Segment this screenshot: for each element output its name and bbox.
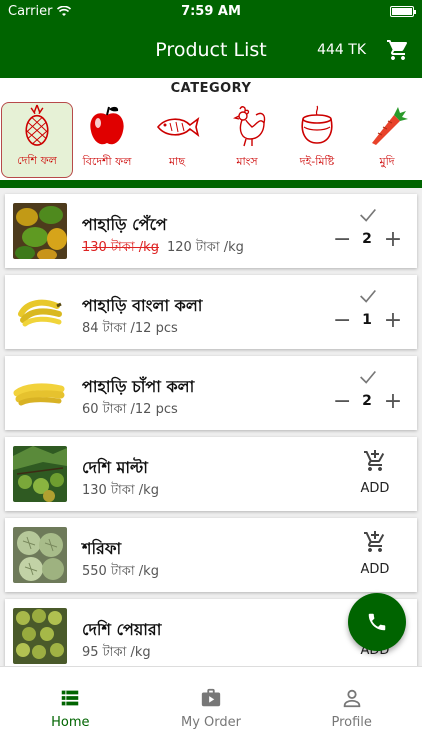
category-foreign-fruit[interactable]: বিদেশী ফল — [71, 102, 143, 178]
product-card[interactable]: পাহাড়ি বাংলা কলা 84 টাকা /12 pcs − 1 + — [5, 275, 417, 349]
category-bar: দেশি ফল বিদেশী ফল মাছ মাংস দই-মিষ্টি মুদ… — [0, 100, 422, 180]
briefcase-play-icon — [201, 688, 221, 707]
nav-label: My Order — [181, 715, 241, 730]
grocery-icon — [372, 107, 408, 145]
add-cart-icon — [364, 531, 385, 552]
category-sweets[interactable]: দই-মিষ্টি — [281, 102, 353, 178]
product-name: পাহাড়ি চাঁপা কলা — [82, 377, 195, 396]
category-label: মুদি — [379, 155, 395, 168]
nav-home[interactable]: Home — [0, 667, 141, 750]
wifi-icon — [57, 5, 72, 16]
product-list[interactable]: পাহাড়ি পেঁপে 130 টাকা /kg 120 টাকা /kg −… — [0, 188, 422, 666]
category-deshi-fruit[interactable]: দেশি ফল — [1, 102, 73, 178]
product-image — [13, 446, 67, 502]
quantity-value: 2 — [362, 231, 372, 247]
product-price: 95 টাকা /kg — [82, 645, 151, 660]
category-grocery[interactable]: মুদি — [351, 102, 422, 178]
battery-icon — [390, 5, 416, 17]
add-to-cart-button[interactable]: ADD — [357, 449, 393, 499]
increase-button[interactable]: + — [383, 310, 403, 332]
category-label: মাংস — [236, 155, 258, 168]
product-price-row: 130 টাকা /kg 120 টাকা /kg — [82, 238, 244, 259]
product-name: পাহাড়ি বাংলা কলা — [82, 296, 203, 315]
category-label: বিদেশী ফল — [82, 155, 132, 168]
quantity-stepper: − 2 + — [331, 366, 411, 422]
home-list-icon — [62, 690, 79, 706]
product-price: 84 টাকা /12 pcs — [82, 321, 178, 336]
rooster-icon — [232, 106, 266, 147]
nav-label: Profile — [331, 715, 372, 730]
balance-label: 444 TK — [317, 42, 366, 58]
person-icon — [343, 689, 360, 708]
category-label: মাছ — [169, 155, 185, 168]
product-price: 60 টাকা /12 pcs — [82, 402, 178, 417]
increase-button[interactable]: + — [383, 229, 403, 251]
category-meat[interactable]: মাংস — [211, 102, 283, 178]
carrier-label: Carrier — [8, 3, 53, 19]
quantity-value: 1 — [362, 312, 372, 328]
product-card[interactable]: পাহাড়ি চাঁপা কলা 60 টাকা /12 pcs − 2 + — [5, 356, 417, 430]
status-bar: Carrier 7:59 AM — [0, 0, 422, 22]
product-card[interactable]: শরিফা 550 টাকা /kg ADD — [5, 518, 417, 592]
product-image — [13, 203, 67, 259]
check-icon — [360, 208, 376, 222]
product-name: দেশি মাল্টা — [82, 458, 148, 477]
product-image — [13, 608, 67, 664]
check-icon — [360, 370, 376, 384]
apple-icon — [90, 106, 124, 145]
add-label: ADD — [360, 562, 390, 577]
product-card[interactable]: পাহাড়ি পেঁপে 130 টাকা /kg 120 টাকা /kg −… — [5, 194, 417, 268]
product-name: পাহাড়ি পেঁপে — [82, 215, 167, 234]
cart-icon[interactable] — [386, 38, 410, 62]
product-card[interactable]: দেশি মাল্টা 130 টাকা /kg ADD — [5, 437, 417, 511]
nav-label: Home — [51, 715, 90, 730]
bottom-navigation: Home My Order Profile — [0, 666, 422, 750]
app-bar: Product List 444 TK — [0, 22, 422, 78]
phone-icon — [368, 613, 386, 631]
sweets-pot-icon — [301, 105, 333, 144]
product-price: 550 টাকা /kg — [82, 564, 159, 579]
check-icon — [360, 289, 376, 303]
category-divider — [0, 180, 422, 188]
add-to-cart-button[interactable]: ADD — [357, 530, 393, 580]
quantity-value: 2 — [362, 393, 372, 409]
category-label: দই-মিষ্টি — [299, 155, 335, 168]
product-price: 130 টাকা /kg — [82, 483, 159, 498]
category-heading: CATEGORY — [0, 78, 422, 100]
decrease-button[interactable]: − — [333, 229, 351, 251]
category-label: দেশি ফল — [17, 154, 57, 167]
quantity-stepper: − 1 + — [331, 285, 411, 341]
add-label: ADD — [360, 481, 390, 496]
product-name: দেশি পেয়ারা — [82, 620, 162, 639]
fish-icon — [156, 117, 200, 137]
product-name: শরিফা — [82, 539, 122, 558]
product-price: 120 টাকা /kg — [166, 240, 244, 255]
decrease-button[interactable]: − — [333, 391, 351, 413]
call-button[interactable] — [348, 593, 406, 651]
category-fish[interactable]: মাছ — [141, 102, 213, 178]
product-image — [13, 527, 67, 583]
increase-button[interactable]: + — [383, 391, 403, 413]
quantity-stepper: − 2 + — [331, 204, 411, 260]
product-image — [13, 365, 67, 421]
nav-profile[interactable]: Profile — [281, 667, 422, 750]
add-cart-icon — [364, 450, 385, 471]
nav-my-order[interactable]: My Order — [141, 667, 282, 750]
pineapple-icon — [25, 104, 49, 146]
product-old-price: 130 টাকা /kg — [82, 240, 159, 255]
product-image — [13, 284, 67, 340]
decrease-button[interactable]: − — [333, 310, 351, 332]
